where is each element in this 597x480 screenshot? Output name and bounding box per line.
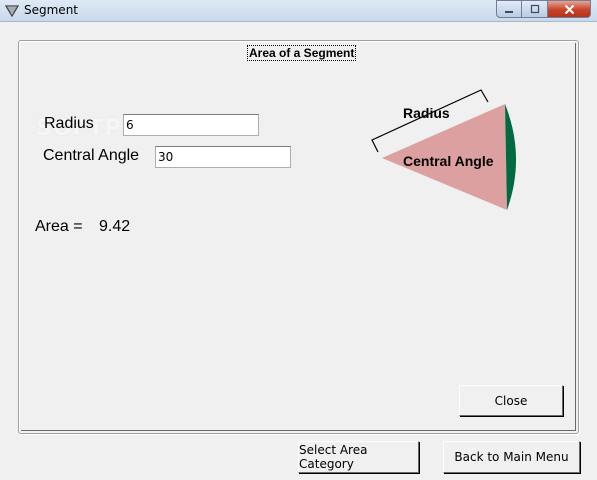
area-value: 9.42	[99, 218, 131, 235]
window-controls	[496, 0, 591, 18]
maximize-button[interactable]	[522, 0, 548, 18]
radius-input[interactable]: 6	[123, 114, 259, 136]
title-bar: Segment	[0, 0, 597, 22]
close-icon	[564, 4, 574, 14]
window-title: Segment	[24, 3, 78, 17]
radius-diagram-label: Radius	[403, 105, 450, 121]
angle-diagram-label: Central Angle	[403, 153, 494, 169]
central-angle-input[interactable]: 30	[155, 146, 291, 168]
segment-diagram: Radius Central Angle	[371, 89, 517, 210]
central-angle-label: Central Angle	[43, 147, 140, 164]
select-area-category-button[interactable]: Select Area Category	[298, 441, 419, 473]
minimize-button[interactable]	[496, 0, 522, 18]
close-window-button[interactable]	[548, 0, 591, 18]
radius-label: Radius	[44, 115, 94, 132]
minimize-icon	[505, 11, 513, 13]
back-to-main-menu-button[interactable]: Back to Main Menu	[443, 441, 580, 473]
app-icon	[4, 5, 20, 18]
maximize-icon	[530, 4, 539, 14]
close-button[interactable]: Close	[459, 385, 563, 416]
page-title: Area of a Segment	[247, 45, 357, 61]
area-label: Area =	[35, 218, 83, 235]
